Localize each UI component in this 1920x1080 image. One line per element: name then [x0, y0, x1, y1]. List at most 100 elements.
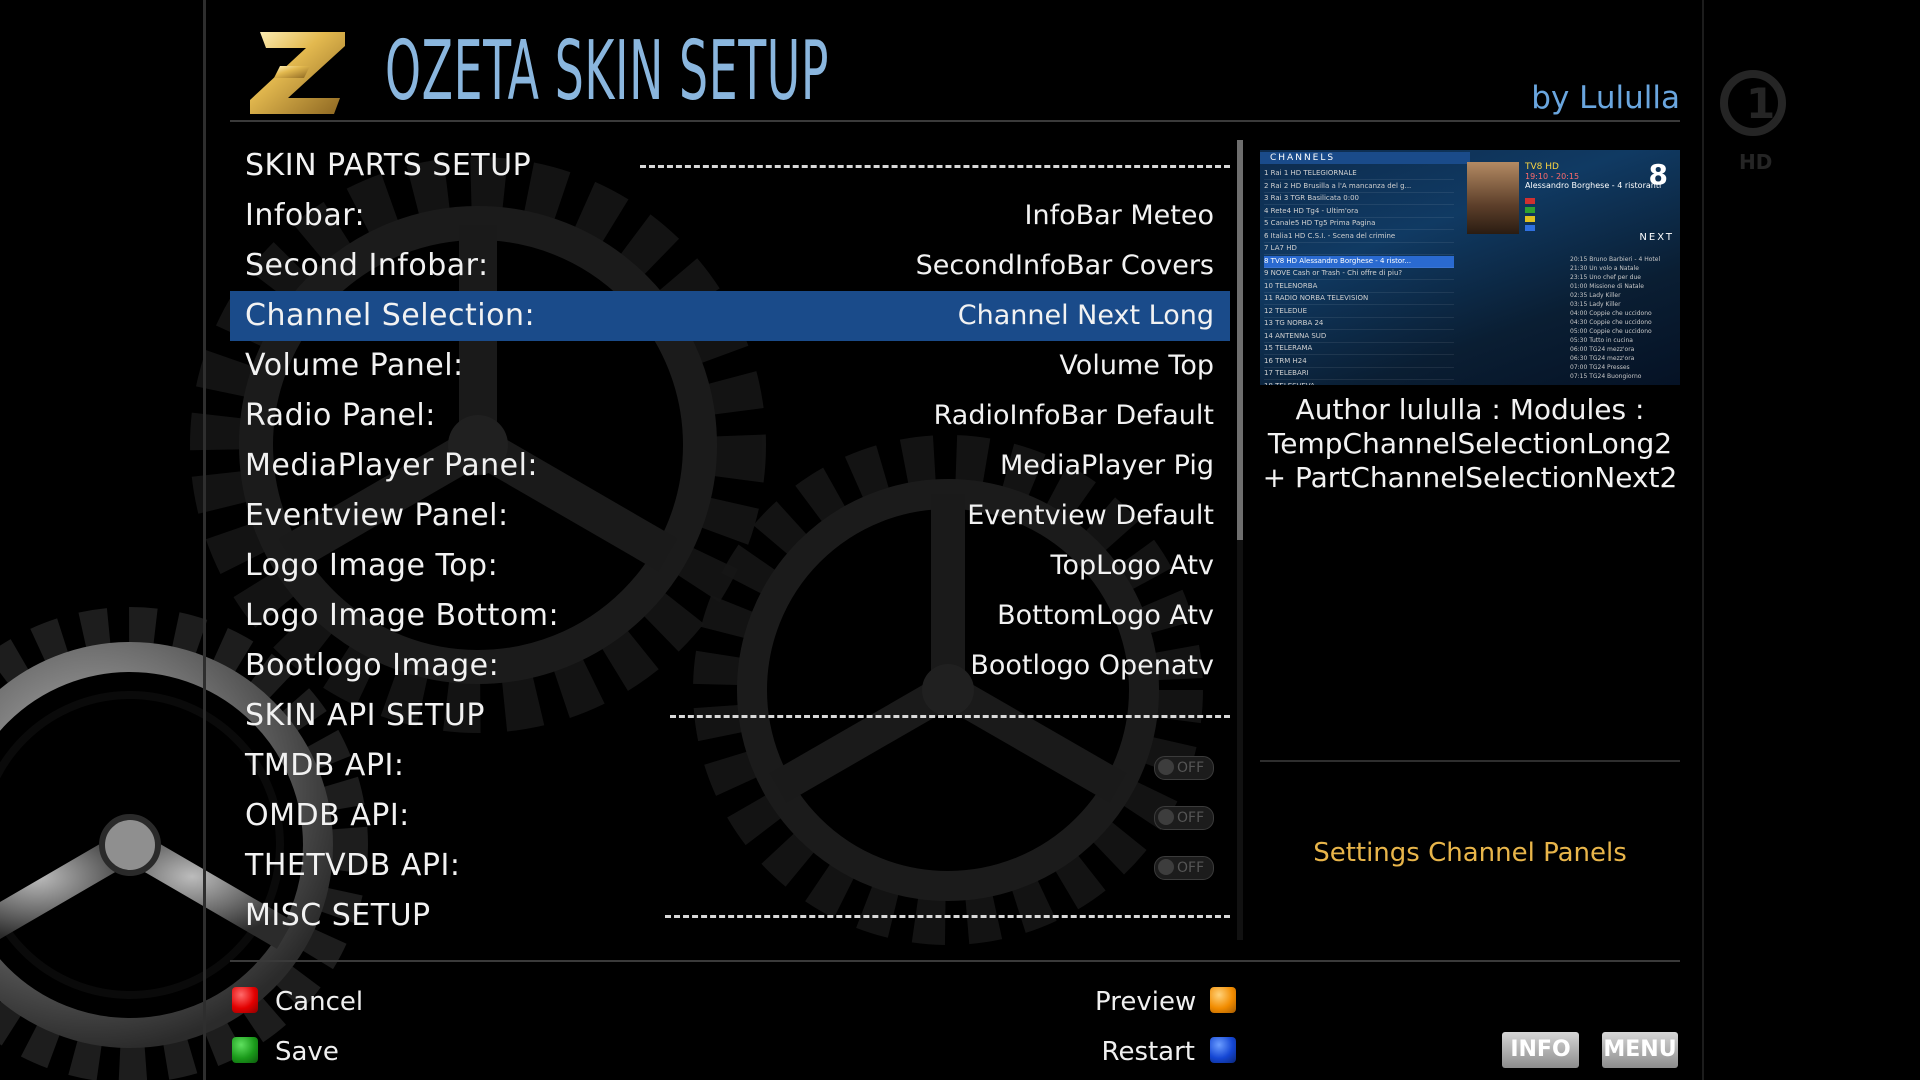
section-title: MISC SETUP [245, 898, 431, 933]
toggle-state: OFF [1177, 860, 1205, 876]
settings-row[interactable]: Volume Panel: Volume Top [230, 341, 1230, 391]
settings-subtitle: Settings Channel Panels [1313, 838, 1627, 868]
toggle-switch[interactable]: OFF [1154, 856, 1214, 880]
settings-row[interactable]: Second Infobar: SecondInfoBar Covers [230, 241, 1230, 291]
preview-channel-list: 1 Rai 1 HD TELEGIORNALE 2 Rai 2 HD Brusil… [1264, 168, 1454, 385]
setting-value: InfoBar Meteo [1024, 200, 1214, 231]
setting-label: Eventview Panel: [245, 498, 509, 533]
toggle-switch[interactable]: OFF [1154, 756, 1214, 780]
restart-button[interactable]: Restart [1095, 1032, 1195, 1072]
toggle-switch[interactable]: OFF [1154, 806, 1214, 830]
setting-label: TMDB API: [245, 748, 405, 783]
settings-list: SKIN PARTS SETUP Infobar: InfoBar Meteo Sec… [230, 141, 1230, 941]
section-header: SKIN PARTS SETUP [230, 141, 1230, 191]
header-divider [230, 120, 1680, 122]
section-dashes [670, 715, 1230, 718]
setting-label: Infobar: [245, 198, 366, 233]
settings-row[interactable]: THETVDB API: OFF [230, 841, 1230, 891]
menu-button[interactable]: MENU [1602, 1032, 1678, 1068]
preview-channel-row: 10 TELENORBA [1264, 281, 1454, 293]
preview-channel-row: 6 Italia1 HD C.S.I. - Scena del crimine [1264, 231, 1454, 243]
section-title: SKIN API SETUP [245, 698, 485, 733]
preview-epg-row: 20:15 Bruno Barbieri - 4 Hotel [1570, 256, 1661, 263]
section-title: SKIN PARTS SETUP [245, 148, 532, 183]
header: OZETA SKIN SETUP by Lululla [230, 18, 1680, 123]
module-description: Author lululla : Modules : TempChannelSe… [1260, 393, 1680, 495]
preview-epg-row: 06:30 TG24 mezz'ora [1570, 355, 1635, 362]
preview-channel-number: 8 [1648, 158, 1668, 191]
preview-legend [1525, 198, 1665, 234]
side-divider [1260, 760, 1680, 762]
save-button[interactable]: Save [275, 1032, 339, 1072]
preview-channel-row: 9 NOVE Cash or Trash - Chi offre di piu? [1264, 268, 1454, 280]
preview-channel-row: 1 Rai 1 HD TELEGIORNALE [1264, 168, 1454, 180]
author-byline: by Lululla [1531, 80, 1680, 116]
toggle-knob [1158, 859, 1174, 875]
preview-channel-row: 13 TG NORBA 24 [1264, 318, 1454, 330]
frame-right-border [1702, 0, 1704, 1080]
toggle-knob [1158, 759, 1174, 775]
preview-channel-row: 18 TELESVEVA [1264, 381, 1454, 386]
settings-row[interactable]: Logo Image Bottom: BottomLogo Atv [230, 591, 1230, 641]
preview-channel-row: 17 TELEBARI [1264, 368, 1454, 380]
preview-channel-row: 12 TELEDUE [1264, 306, 1454, 318]
setting-label: THETVDB API: [245, 848, 461, 883]
green-key-icon[interactable] [232, 1037, 258, 1063]
preview-button[interactable]: Preview [1095, 982, 1196, 1022]
settings-row[interactable]: TMDB API: OFF [230, 741, 1230, 791]
red-key-icon[interactable] [232, 987, 258, 1013]
setting-value: RadioInfoBar Default [933, 400, 1214, 431]
settings-row[interactable]: MediaPlayer Panel: MediaPlayer Pig [230, 441, 1230, 491]
scrollbar[interactable] [1237, 140, 1243, 940]
settings-row[interactable]: Logo Image Top: TopLogo Atv [230, 541, 1230, 591]
section-dashes [665, 915, 1230, 918]
preview-epg-row: 07:00 TG24 Presses [1570, 364, 1630, 371]
section-header: SKIN API SETUP [230, 691, 1230, 741]
preview-event-picture [1467, 162, 1519, 234]
preview-next-label: NEXT [1639, 232, 1674, 243]
preview-channel-row: 3 Rai 3 TGR Basilicata 0:00 [1264, 193, 1454, 205]
ozeta-logo-icon [250, 32, 345, 114]
section-header: MISC SETUP [230, 891, 1230, 941]
preview-epg-row: 05:00 Coppie che uccidono [1570, 328, 1652, 335]
blue-key-icon[interactable] [1210, 1037, 1236, 1063]
setting-label: Logo Image Bottom: [245, 598, 560, 633]
preview-epg-row: 01:00 Missione di Natale [1570, 283, 1644, 290]
preview-epg-row: 04:00 Coppie che uccidono [1570, 310, 1652, 317]
setting-label: Channel Selection: [245, 298, 536, 333]
setting-label: OMDB API: [245, 798, 410, 833]
preview-image: CHANNELS 1 Rai 1 HD TELEGIORNALE 2 Rai 2 … [1260, 150, 1680, 385]
settings-row[interactable]: Bootlogo Image: Bootlogo Openatv [230, 641, 1230, 691]
setting-value: MediaPlayer Pig [999, 450, 1214, 481]
setting-value: BottomLogo Atv [997, 600, 1214, 631]
settings-row[interactable]: OMDB API: OFF [230, 791, 1230, 841]
toggle-knob [1158, 809, 1174, 825]
info-button[interactable]: INFO [1502, 1032, 1579, 1068]
setting-label: Bootlogo Image: [245, 648, 500, 683]
frame-left-border [203, 0, 206, 1080]
yellow-key-icon[interactable] [1210, 987, 1236, 1013]
setting-label: MediaPlayer Panel: [245, 448, 539, 483]
footer-divider [230, 960, 1680, 962]
preview-epg-row: 21:30 Un volo a Natale [1570, 265, 1639, 272]
settings-row[interactable]: Eventview Panel: Eventview Default [230, 491, 1230, 541]
preview-channel-row: 5 Canale5 HD Tg5 Prima Pagina [1264, 218, 1454, 230]
cancel-button[interactable]: Cancel [275, 982, 363, 1022]
setting-value: Channel Next Long [957, 300, 1214, 331]
section-dashes [640, 165, 1230, 168]
setting-label: Second Infobar: [245, 248, 489, 283]
preview-channel-row: 14 ANTENNA SUD [1264, 331, 1454, 343]
scrollbar-thumb[interactable] [1237, 140, 1243, 540]
preview-epg-list: 20:15 Bruno Barbieri - 4 Hotel 21:30 Un v… [1460, 255, 1675, 380]
settings-row[interactable]: Radio Panel: RadioInfoBar Default [230, 391, 1230, 441]
settings-row[interactable]: Infobar: InfoBar Meteo [230, 191, 1230, 241]
preview-epg-row: 05:30 Tutto in cucina [1570, 337, 1633, 344]
toggle-state: OFF [1177, 760, 1205, 776]
setting-label: Logo Image Top: [245, 548, 499, 583]
preview-epg-row: 03:15 Lady Killer [1570, 301, 1621, 308]
preview-epg-row: 02:35 Lady Killer [1570, 292, 1621, 299]
setting-value: TopLogo Atv [1050, 550, 1214, 581]
settings-row[interactable]: Channel Selection: Channel Next Long [230, 291, 1230, 341]
preview-epg-row: 23:15 Uno chef per due [1570, 274, 1641, 281]
page-title: OZETA SKIN SETUP [385, 24, 830, 119]
